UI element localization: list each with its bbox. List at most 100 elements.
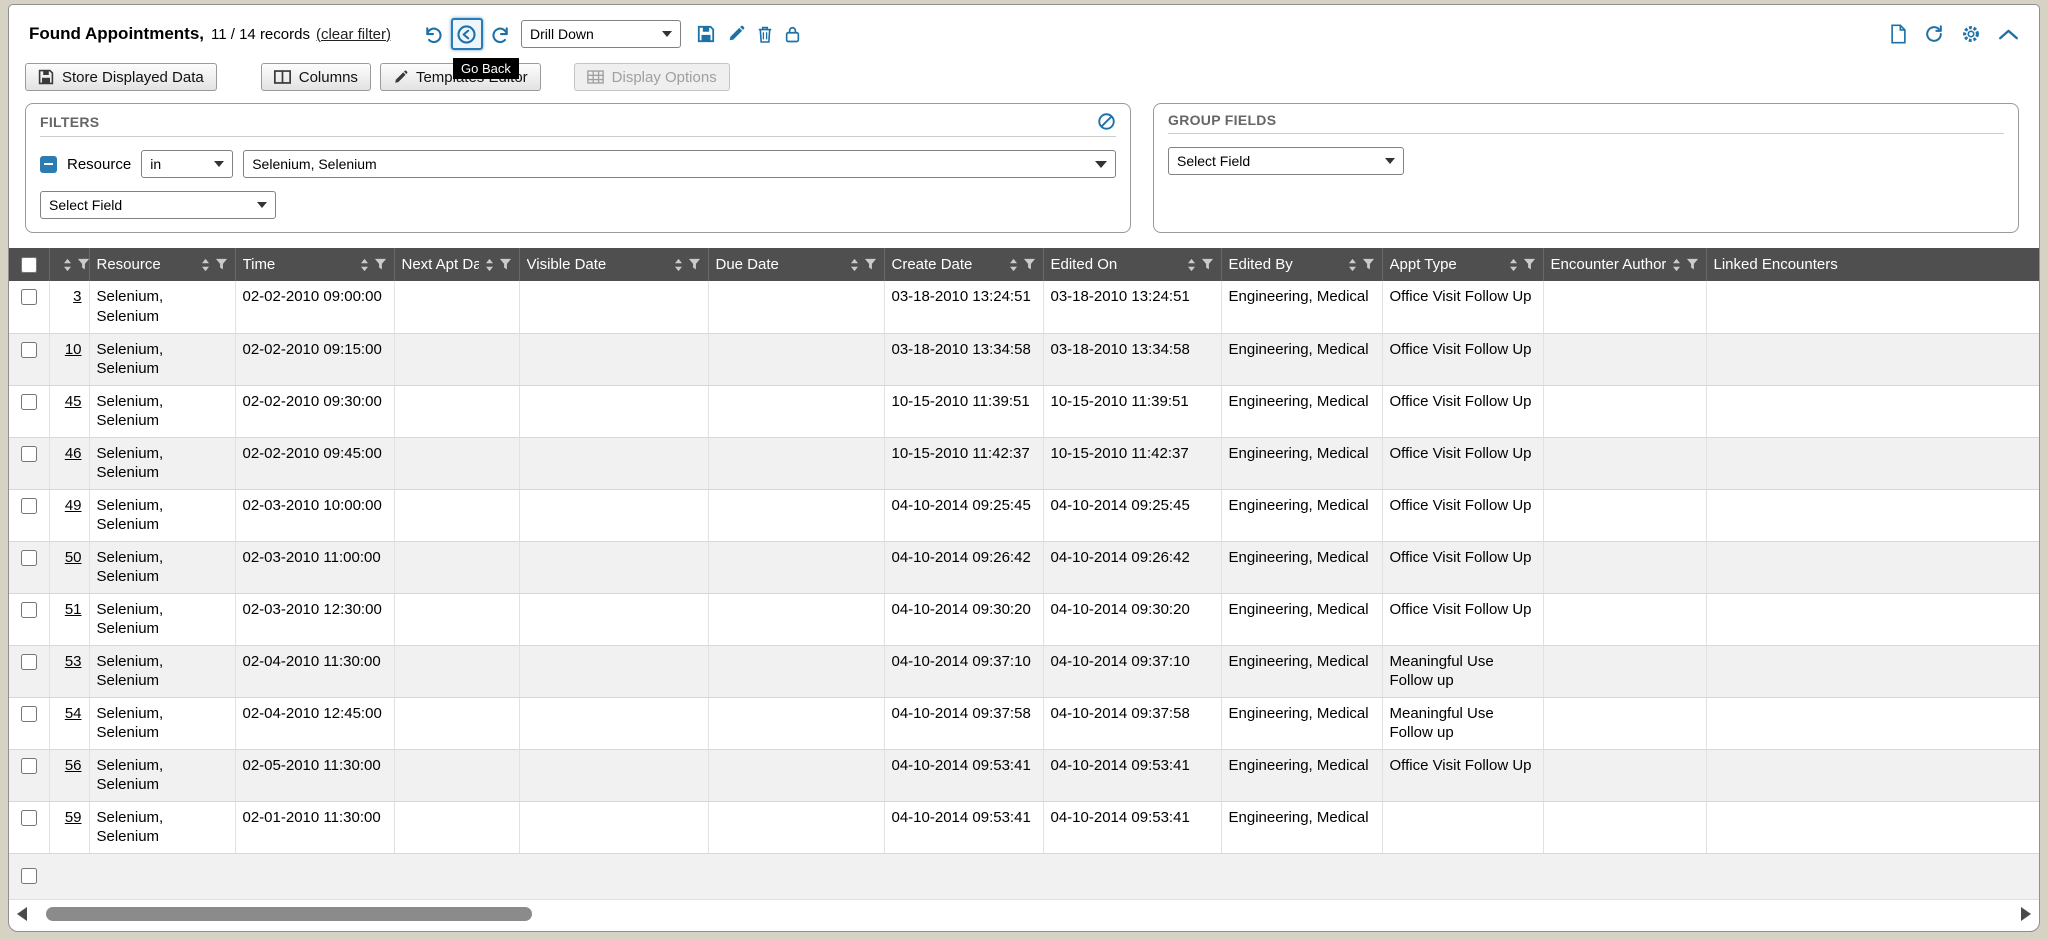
filter-value-combobox[interactable]: Selenium, Selenium xyxy=(243,150,1116,178)
row-select-checkbox[interactable] xyxy=(21,706,37,722)
cell-edited-by: Engineering, Medical xyxy=(1221,385,1382,437)
cell-next-apt-date xyxy=(394,437,519,489)
appt-id-link[interactable]: 50 xyxy=(65,549,82,566)
lock-icon[interactable] xyxy=(785,25,800,43)
columns-button[interactable]: Columns xyxy=(261,63,371,91)
column-header-due-date[interactable]: Due Date xyxy=(708,248,884,281)
appt-id-link[interactable]: 56 xyxy=(65,757,82,774)
row-select-checkbox[interactable] xyxy=(21,602,37,618)
sort-icon[interactable] xyxy=(1509,258,1518,272)
cell-due-date xyxy=(708,437,884,489)
appt-id-link[interactable]: 49 xyxy=(65,497,82,514)
row-select-checkbox[interactable] xyxy=(21,498,37,514)
refresh-icon[interactable] xyxy=(1924,24,1944,44)
filter-funnel-icon[interactable] xyxy=(1686,258,1699,271)
appt-id-link[interactable]: 51 xyxy=(65,601,82,618)
appt-id-link[interactable]: 10 xyxy=(65,341,82,358)
column-header-resource[interactable]: Resource xyxy=(89,248,235,281)
row-select-checkbox[interactable] xyxy=(21,289,37,305)
undo-icon[interactable] xyxy=(423,24,444,45)
delete-trash-icon[interactable] xyxy=(757,25,773,43)
column-header-visible-date[interactable]: Visible Date xyxy=(519,248,708,281)
sort-icon[interactable] xyxy=(201,258,210,272)
sort-icon[interactable] xyxy=(1348,258,1357,272)
sort-icon[interactable] xyxy=(1187,258,1196,272)
cell-time: 02-02-2010 09:00:00 xyxy=(235,281,394,333)
scroll-left-arrow-icon[interactable] xyxy=(17,907,27,921)
group-fields-panel: GROUP FIELDS Select Field xyxy=(1153,103,2019,233)
appt-id-link[interactable]: 59 xyxy=(65,809,82,826)
cell-appt-type: Office Visit Follow Up xyxy=(1382,333,1543,385)
collapse-chevron-icon[interactable] xyxy=(1998,29,2019,40)
edit-pencil-icon[interactable] xyxy=(727,25,745,43)
filter-funnel-icon[interactable] xyxy=(688,258,701,271)
horizontal-scrollbar[interactable] xyxy=(9,903,2039,925)
sort-icon[interactable] xyxy=(63,258,72,272)
new-document-icon[interactable] xyxy=(1890,24,1907,44)
cell-edited-by: Engineering, Medical xyxy=(1221,593,1382,645)
column-header-appt-id[interactable]: Appt ID xyxy=(49,248,89,281)
column-header-appt-type[interactable]: Appt Type xyxy=(1382,248,1543,281)
save-icon[interactable] xyxy=(697,25,715,43)
filter-funnel-icon[interactable] xyxy=(1362,258,1375,271)
table-row: 45Selenium, Selenium02-02-2010 09:30:001… xyxy=(9,385,2039,437)
row-select-checkbox[interactable] xyxy=(21,550,37,566)
row-select-checkbox[interactable] xyxy=(21,654,37,670)
filter-funnel-icon[interactable] xyxy=(499,258,512,271)
cell-appt-id: 46 xyxy=(49,437,89,489)
sort-icon[interactable] xyxy=(1672,258,1681,272)
filter-funnel-icon[interactable] xyxy=(77,258,90,271)
filter-funnel-icon[interactable] xyxy=(864,258,877,271)
scroll-right-arrow-icon[interactable] xyxy=(2021,907,2031,921)
sort-icon[interactable] xyxy=(674,258,683,272)
sort-icon[interactable] xyxy=(850,258,859,272)
cell-visible-date xyxy=(519,593,708,645)
select-all-checkbox[interactable] xyxy=(21,257,37,273)
filter-funnel-icon[interactable] xyxy=(215,258,228,271)
column-header-edited-on[interactable]: Edited On xyxy=(1043,248,1221,281)
filter-operator-select[interactable]: in xyxy=(141,150,233,178)
appt-id-link[interactable]: 45 xyxy=(65,393,82,410)
display-options-button[interactable]: Display Options xyxy=(574,63,730,91)
sort-icon[interactable] xyxy=(1009,258,1018,272)
filter-funnel-icon[interactable] xyxy=(1201,258,1214,271)
cell-next-apt-date xyxy=(394,281,519,333)
appt-id-link[interactable]: 53 xyxy=(65,653,82,670)
scrollbar-thumb[interactable] xyxy=(46,907,532,921)
redo-icon[interactable] xyxy=(490,24,511,45)
column-header-encounter-authors[interactable]: Encounter Authors xyxy=(1543,248,1706,281)
row-select-checkbox[interactable] xyxy=(21,758,37,774)
filter-funnel-icon[interactable] xyxy=(374,258,387,271)
go-back-button[interactable] xyxy=(451,18,483,50)
page-title: Found Appointments, xyxy=(29,24,204,44)
column-header-edited-by[interactable]: Edited By xyxy=(1221,248,1382,281)
filter-funnel-icon[interactable] xyxy=(1523,258,1536,271)
sort-icon[interactable] xyxy=(485,258,494,272)
clear-filters-block-icon[interactable] xyxy=(1097,112,1116,131)
column-header-time[interactable]: Time xyxy=(235,248,394,281)
column-header-next-apt-date[interactable]: Next Apt Date xyxy=(394,248,519,281)
appt-id-link[interactable]: 46 xyxy=(65,445,82,462)
row-select-checkbox[interactable] xyxy=(21,394,37,410)
filter-funnel-icon[interactable] xyxy=(1023,258,1036,271)
row-select-checkbox[interactable] xyxy=(21,342,37,358)
settings-gear-icon[interactable] xyxy=(1961,24,1981,44)
filter-enabled-checkbox[interactable] xyxy=(40,156,57,173)
filter-operator-value: in xyxy=(150,156,161,172)
store-displayed-data-button[interactable]: Store Displayed Data xyxy=(25,63,217,91)
row-select-checkbox[interactable] xyxy=(21,446,37,462)
column-header-linked-encounters[interactable]: Linked Encounters xyxy=(1706,248,2039,281)
row-select-checkbox[interactable] xyxy=(21,810,37,826)
cell-resource: Selenium, Selenium xyxy=(89,593,235,645)
cell-linked-encounters xyxy=(1706,749,2039,801)
add-filter-field-select[interactable]: Select Field xyxy=(40,191,276,219)
table-row: 46Selenium, Selenium02-02-2010 09:45:001… xyxy=(9,437,2039,489)
group-field-select[interactable]: Select Field xyxy=(1168,147,1404,175)
sort-icon[interactable] xyxy=(360,258,369,272)
drill-down-select[interactable]: Drill Down xyxy=(521,20,681,48)
clear-filter-link[interactable]: (clear filter) xyxy=(316,26,391,43)
appt-id-link[interactable]: 3 xyxy=(73,288,81,305)
appt-id-link[interactable]: 54 xyxy=(65,705,82,722)
column-header-create-date[interactable]: Create Date xyxy=(884,248,1043,281)
row-select-checkbox[interactable] xyxy=(21,868,37,884)
